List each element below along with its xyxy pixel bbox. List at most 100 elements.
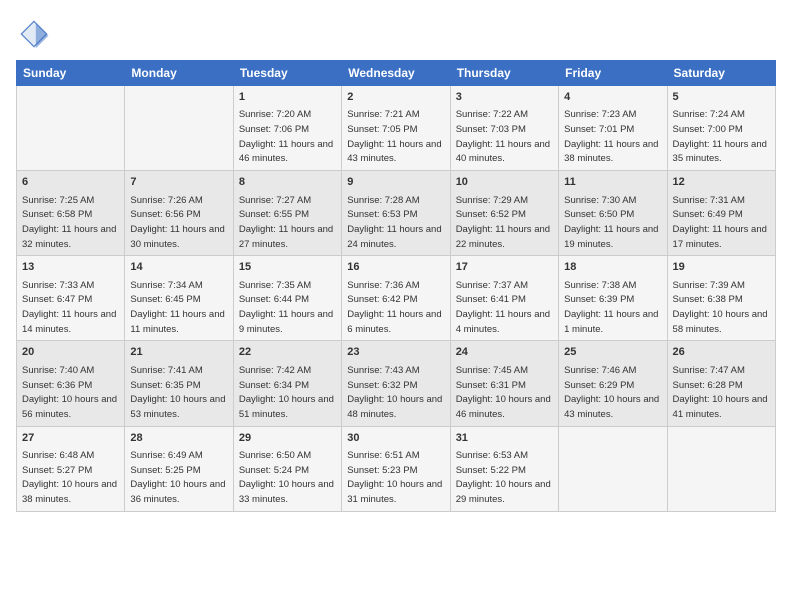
day-header-monday: Monday [125, 61, 233, 86]
day-info: Sunrise: 7:30 AM Sunset: 6:50 PM Dayligh… [564, 195, 658, 250]
calendar-cell: 9 Sunrise: 7:28 AM Sunset: 6:53 PM Daylig… [342, 171, 450, 256]
logo-icon [16, 16, 52, 52]
calendar-cell: 16 Sunrise: 7:36 AM Sunset: 6:42 PM Dayli… [342, 256, 450, 341]
calendar-cell: 5 Sunrise: 7:24 AM Sunset: 7:00 PM Daylig… [667, 86, 775, 171]
calendar-cell: 1Sunrise: 7:20 AM Sunset: 7:06 PM Daylig… [233, 86, 341, 171]
day-info: Sunrise: 7:33 AM Sunset: 6:47 PM Dayligh… [22, 280, 116, 335]
day-number: 10 [456, 175, 553, 190]
day-number: 28 [130, 431, 227, 446]
day-info: Sunrise: 7:22 AM Sunset: 7:03 PM Dayligh… [456, 109, 550, 164]
calendar-cell: 19 Sunrise: 7:39 AM Sunset: 6:38 PM Dayli… [667, 256, 775, 341]
calendar-cell: 17Sunrise: 7:37 AM Sunset: 6:41 PM Dayli… [450, 256, 558, 341]
calendar-cell: 26 Sunrise: 7:47 AM Sunset: 6:28 PM Dayli… [667, 341, 775, 426]
day-info: Sunrise: 6:48 AM Sunset: 5:27 PM Dayligh… [22, 450, 117, 505]
day-info: Sunrise: 7:40 AM Sunset: 6:36 PM Dayligh… [22, 365, 117, 420]
page-header [16, 16, 776, 52]
calendar-week-3: 13 Sunrise: 7:33 AM Sunset: 6:47 PM Dayli… [17, 256, 776, 341]
day-number: 6 [22, 175, 119, 190]
day-number: 29 [239, 431, 336, 446]
day-number: 3 [456, 90, 553, 105]
day-info: Sunrise: 7:37 AM Sunset: 6:41 PM Dayligh… [456, 280, 550, 335]
day-number: 8 [239, 175, 336, 190]
calendar-cell: 20 Sunrise: 7:40 AM Sunset: 6:36 PM Dayli… [17, 341, 125, 426]
calendar-week-4: 20 Sunrise: 7:40 AM Sunset: 6:36 PM Dayli… [17, 341, 776, 426]
calendar-cell [559, 426, 667, 511]
day-header-friday: Friday [559, 61, 667, 86]
calendar-cell [125, 86, 233, 171]
day-info: Sunrise: 7:25 AM Sunset: 6:58 PM Dayligh… [22, 195, 116, 250]
calendar-week-1: 1Sunrise: 7:20 AM Sunset: 7:06 PM Daylig… [17, 86, 776, 171]
day-info: Sunrise: 7:47 AM Sunset: 6:28 PM Dayligh… [673, 365, 768, 420]
day-info: Sunrise: 7:26 AM Sunset: 6:56 PM Dayligh… [130, 195, 224, 250]
day-info: Sunrise: 7:23 AM Sunset: 7:01 PM Dayligh… [564, 109, 658, 164]
calendar-week-2: 6 Sunrise: 7:25 AM Sunset: 6:58 PM Daylig… [17, 171, 776, 256]
day-info: Sunrise: 6:53 AM Sunset: 5:22 PM Dayligh… [456, 450, 551, 505]
day-number: 9 [347, 175, 444, 190]
calendar-cell: 31Sunrise: 6:53 AM Sunset: 5:22 PM Dayli… [450, 426, 558, 511]
day-number: 12 [673, 175, 770, 190]
day-info: Sunrise: 7:46 AM Sunset: 6:29 PM Dayligh… [564, 365, 659, 420]
day-number: 20 [22, 345, 119, 360]
calendar-cell: 25 Sunrise: 7:46 AM Sunset: 6:29 PM Dayli… [559, 341, 667, 426]
calendar-table: SundayMondayTuesdayWednesdayThursdayFrid… [16, 60, 776, 512]
day-info: Sunrise: 7:28 AM Sunset: 6:53 PM Dayligh… [347, 195, 441, 250]
calendar-cell: 15 Sunrise: 7:35 AM Sunset: 6:44 PM Dayli… [233, 256, 341, 341]
day-number: 19 [673, 260, 770, 275]
day-info: Sunrise: 7:34 AM Sunset: 6:45 PM Dayligh… [130, 280, 224, 335]
calendar-cell: 6 Sunrise: 7:25 AM Sunset: 6:58 PM Daylig… [17, 171, 125, 256]
day-info: Sunrise: 7:39 AM Sunset: 6:38 PM Dayligh… [673, 280, 768, 335]
day-info: Sunrise: 7:35 AM Sunset: 6:44 PM Dayligh… [239, 280, 333, 335]
calendar-cell: 10 Sunrise: 7:29 AM Sunset: 6:52 PM Dayli… [450, 171, 558, 256]
day-number: 18 [564, 260, 661, 275]
day-info: Sunrise: 7:41 AM Sunset: 6:35 PM Dayligh… [130, 365, 225, 420]
day-number: 11 [564, 175, 661, 190]
calendar-cell: 11 Sunrise: 7:30 AM Sunset: 6:50 PM Dayli… [559, 171, 667, 256]
calendar-cell: 27Sunrise: 6:48 AM Sunset: 5:27 PM Dayli… [17, 426, 125, 511]
day-header-tuesday: Tuesday [233, 61, 341, 86]
day-info: Sunrise: 7:21 AM Sunset: 7:05 PM Dayligh… [347, 109, 441, 164]
day-number: 21 [130, 345, 227, 360]
calendar-cell: 24 Sunrise: 7:45 AM Sunset: 6:31 PM Dayli… [450, 341, 558, 426]
day-info: Sunrise: 7:31 AM Sunset: 6:49 PM Dayligh… [673, 195, 767, 250]
day-number: 26 [673, 345, 770, 360]
day-number: 23 [347, 345, 444, 360]
calendar-header-row: SundayMondayTuesdayWednesdayThursdayFrid… [17, 61, 776, 86]
day-header-thursday: Thursday [450, 61, 558, 86]
day-info: Sunrise: 7:24 AM Sunset: 7:00 PM Dayligh… [673, 109, 767, 164]
calendar-cell [667, 426, 775, 511]
day-info: Sunrise: 7:45 AM Sunset: 6:31 PM Dayligh… [456, 365, 551, 420]
day-number: 5 [673, 90, 770, 105]
calendar-cell: 14 Sunrise: 7:34 AM Sunset: 6:45 PM Dayli… [125, 256, 233, 341]
calendar-cell: 3 Sunrise: 7:22 AM Sunset: 7:03 PM Daylig… [450, 86, 558, 171]
calendar-cell: 12 Sunrise: 7:31 AM Sunset: 6:49 PM Dayli… [667, 171, 775, 256]
day-number: 15 [239, 260, 336, 275]
day-number: 2 [347, 90, 444, 105]
day-number: 25 [564, 345, 661, 360]
day-info: Sunrise: 7:27 AM Sunset: 6:55 PM Dayligh… [239, 195, 333, 250]
day-info: Sunrise: 7:43 AM Sunset: 6:32 PM Dayligh… [347, 365, 442, 420]
day-number: 13 [22, 260, 119, 275]
day-info: Sunrise: 6:50 AM Sunset: 5:24 PM Dayligh… [239, 450, 334, 505]
day-info: Sunrise: 7:36 AM Sunset: 6:42 PM Dayligh… [347, 280, 441, 335]
day-info: Sunrise: 7:38 AM Sunset: 6:39 PM Dayligh… [564, 280, 658, 335]
day-number: 7 [130, 175, 227, 190]
calendar-cell: 7 Sunrise: 7:26 AM Sunset: 6:56 PM Daylig… [125, 171, 233, 256]
day-number: 22 [239, 345, 336, 360]
calendar-cell: 21 Sunrise: 7:41 AM Sunset: 6:35 PM Dayli… [125, 341, 233, 426]
calendar-cell: 23 Sunrise: 7:43 AM Sunset: 6:32 PM Dayli… [342, 341, 450, 426]
day-number: 14 [130, 260, 227, 275]
calendar-cell: 8 Sunrise: 7:27 AM Sunset: 6:55 PM Daylig… [233, 171, 341, 256]
day-info: Sunrise: 7:29 AM Sunset: 6:52 PM Dayligh… [456, 195, 550, 250]
day-info: Sunrise: 6:51 AM Sunset: 5:23 PM Dayligh… [347, 450, 442, 505]
day-header-wednesday: Wednesday [342, 61, 450, 86]
calendar-cell: 4Sunrise: 7:23 AM Sunset: 7:01 PM Daylig… [559, 86, 667, 171]
calendar-cell: 30Sunrise: 6:51 AM Sunset: 5:23 PM Dayli… [342, 426, 450, 511]
calendar-cell: 2 Sunrise: 7:21 AM Sunset: 7:05 PM Daylig… [342, 86, 450, 171]
calendar-week-5: 27Sunrise: 6:48 AM Sunset: 5:27 PM Dayli… [17, 426, 776, 511]
calendar-cell: 22Sunrise: 7:42 AM Sunset: 6:34 PM Dayli… [233, 341, 341, 426]
day-header-sunday: Sunday [17, 61, 125, 86]
day-number: 24 [456, 345, 553, 360]
day-number: 16 [347, 260, 444, 275]
calendar-cell [17, 86, 125, 171]
calendar-cell: 28Sunrise: 6:49 AM Sunset: 5:25 PM Dayli… [125, 426, 233, 511]
